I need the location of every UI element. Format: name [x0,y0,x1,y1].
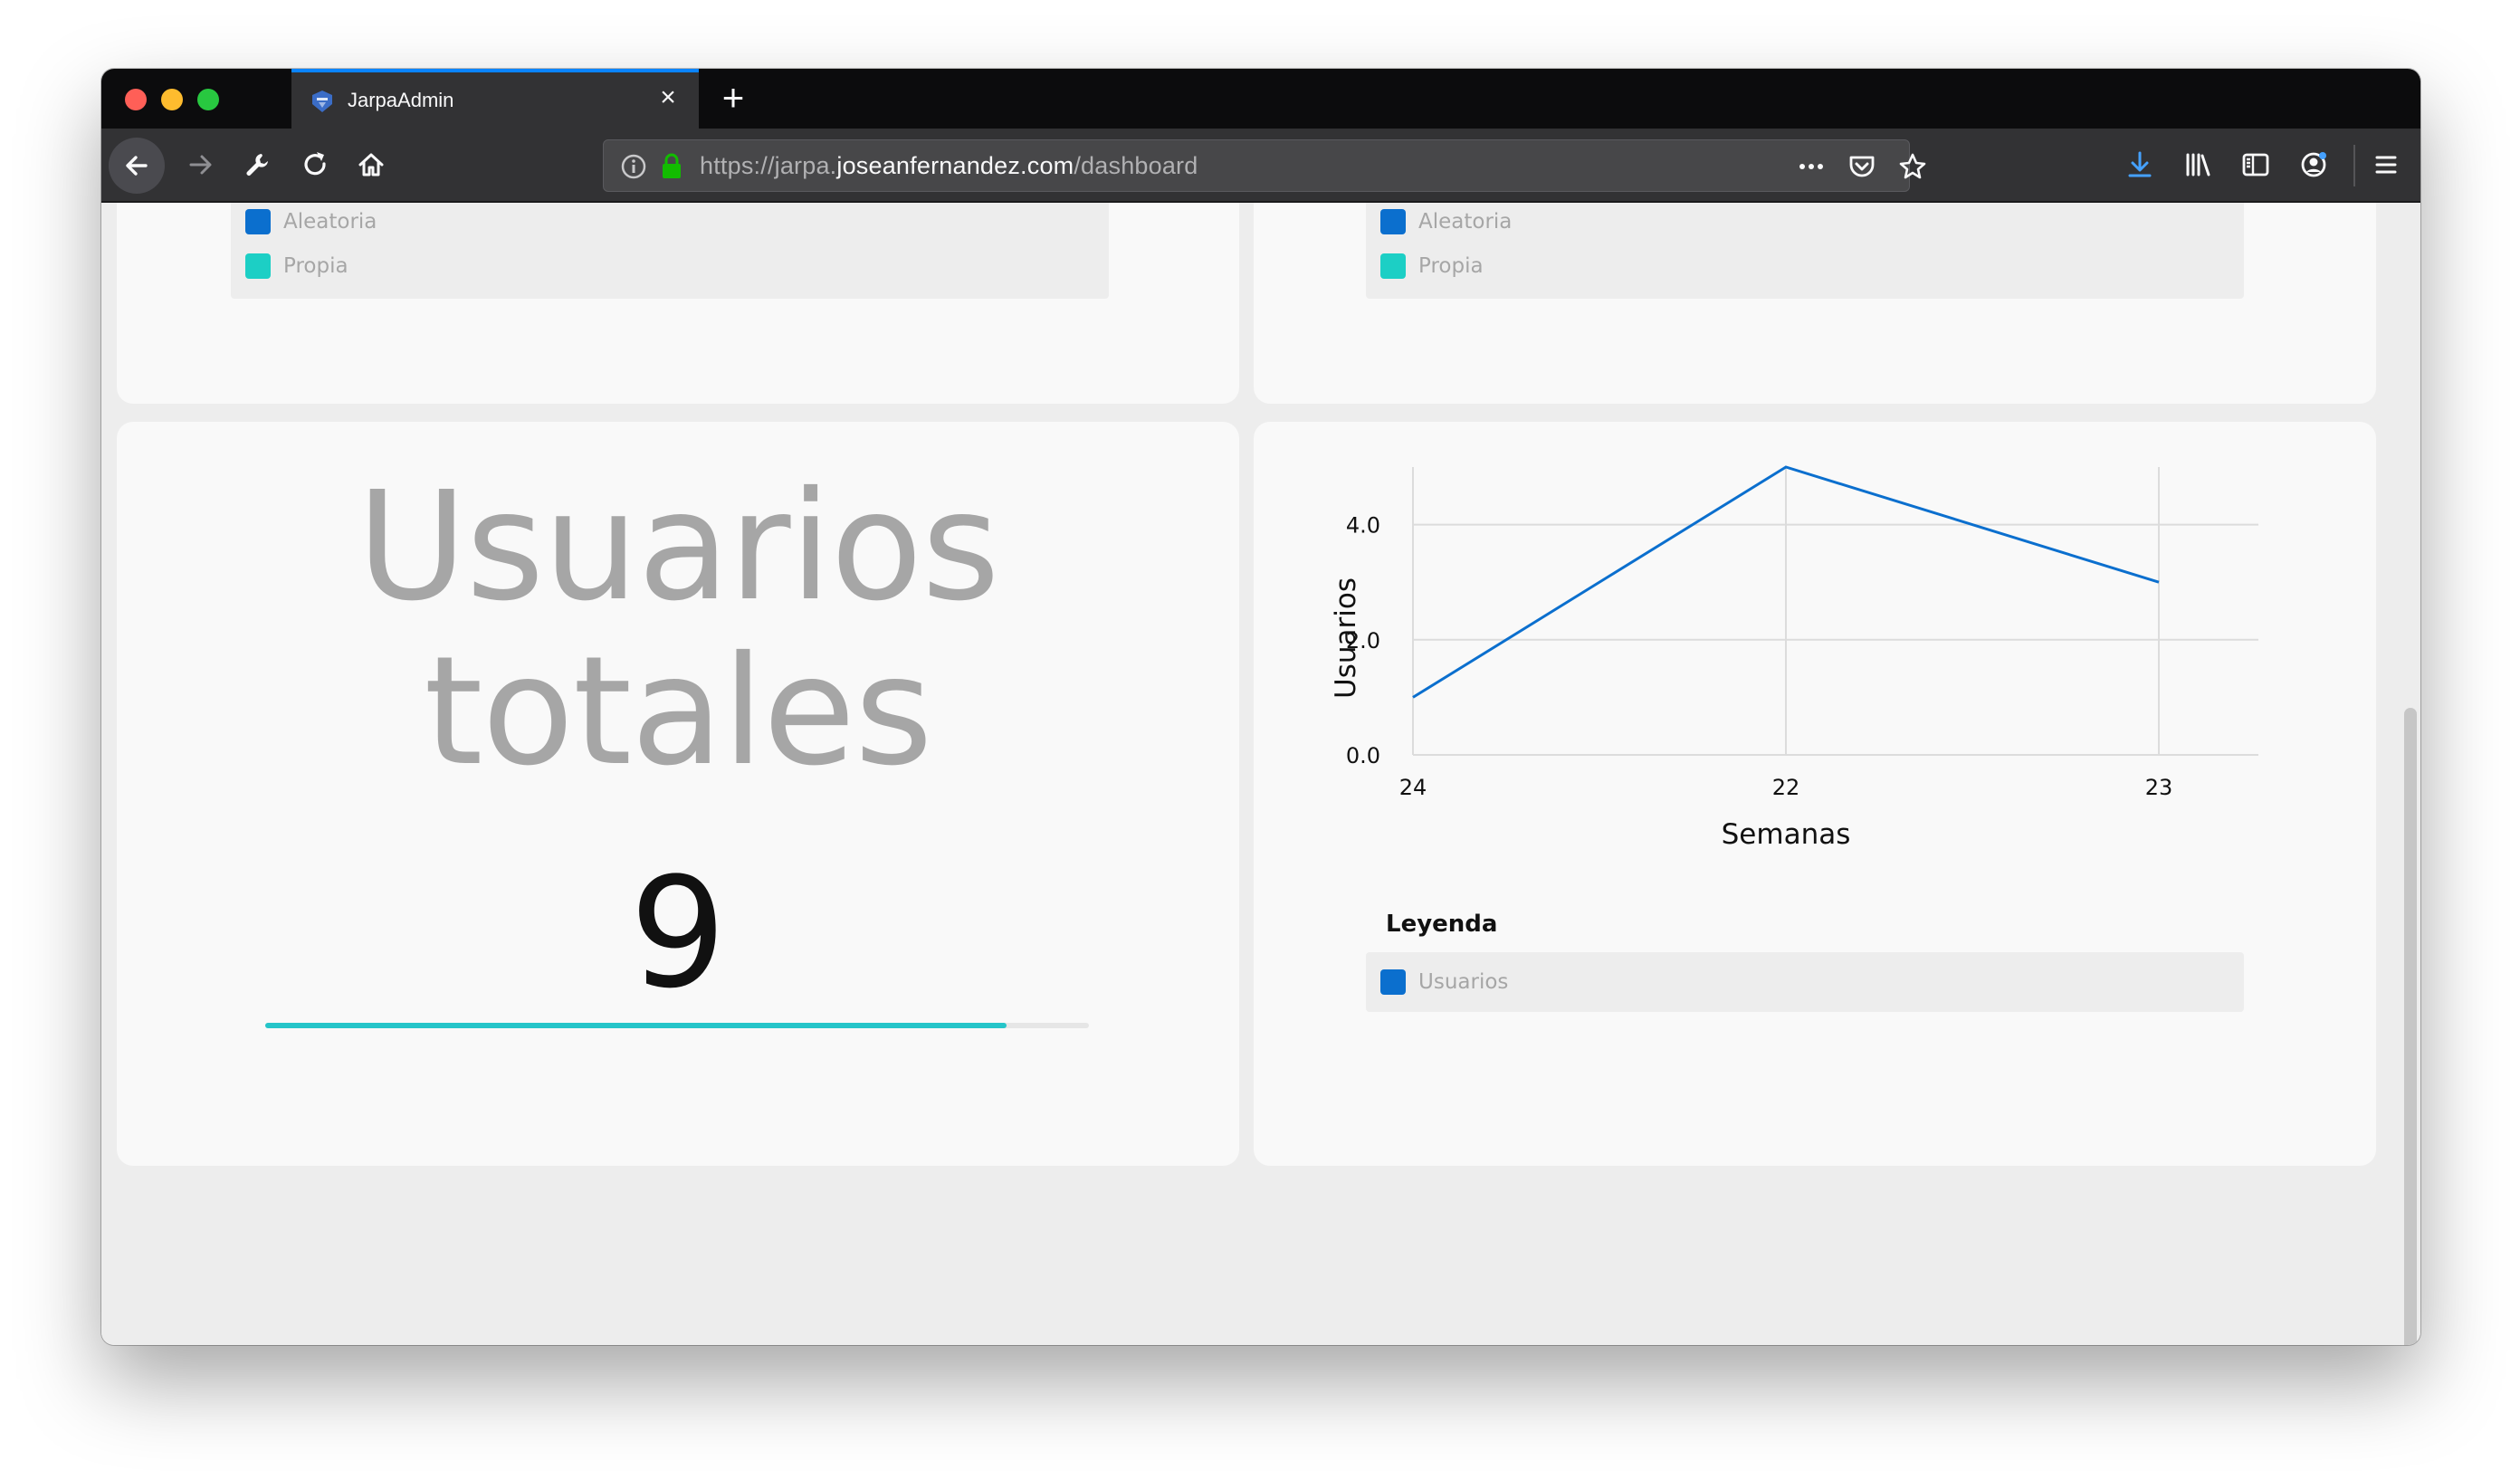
url-scheme: https://jarpa. [700,152,837,179]
card-total-users: Usuarios totales 9 [117,422,1239,1166]
card-top-left: Aleatoria Propia [117,203,1239,404]
navigation-bar: https://jarpa.joseanfernandez.com/dashbo… [101,129,2420,203]
new-tab-icon[interactable]: + [713,78,753,118]
info-icon[interactable] [620,153,647,180]
jarpa-favicon-icon [312,91,332,112]
tab-jarpaadmin[interactable]: JarpaAdmin × [291,69,699,129]
legend-item[interactable]: Aleatoria [1380,208,1512,235]
total-users-progress-track [265,1023,1089,1028]
reload-icon [304,152,326,176]
x-tick-label: 23 [2145,775,2173,800]
x-tick-label: 24 [1399,775,1427,800]
legend-label: Propia [1418,254,1484,278]
legend-item[interactable]: Propia [1380,253,1484,280]
total-users-title-line2: totales [424,625,932,799]
page-scrollbar[interactable] [2404,708,2417,1345]
legend-title: Leyenda [1386,911,1498,938]
legend-label: Usuarios [1418,970,1509,994]
dashboard-page: Aleatoria Propia Aleatoria Propia Usuari… [101,203,2420,1345]
legend-box: Aleatoria Propia [231,203,1109,299]
legend-swatch [1380,969,1406,995]
home-icon [358,153,384,177]
downloads-button[interactable] [2116,141,2163,188]
url-host: joseanfernandez.com [836,152,1074,179]
sidebar-icon [2242,153,2269,177]
legend-swatch [1380,253,1406,279]
card-top-right: Aleatoria Propia [1254,203,2376,404]
tab-title: JarpaAdmin [348,89,454,111]
legend-label: Propia [283,254,348,278]
bookmark-star-icon[interactable] [1898,152,1927,181]
url-path: /dashboard [1074,152,1198,179]
menu-button[interactable] [2362,141,2410,188]
browser-window: JarpaAdmin × + https://jarpa.joseanferna… [101,69,2420,1345]
arrow-right-icon [189,155,212,175]
y-tick-label: 4.0 [1346,513,1380,539]
library-icon [2186,153,2210,177]
home-button[interactable] [348,141,395,188]
chart-legend-box: Usuarios [1366,952,2244,1012]
sidebar-toggle-button[interactable] [2232,141,2279,188]
legend-box: Aleatoria Propia [1366,203,2244,299]
x-tick-label: 22 [1772,775,1800,800]
library-button[interactable] [2174,141,2221,188]
url-text[interactable]: https://jarpa.joseanfernandez.com/dashbo… [700,152,1198,180]
total-users-title-line1: Usuarios [357,460,999,635]
y-axis-label: Usuarios [1330,577,1362,699]
close-tab-icon[interactable]: × [655,84,681,111]
users-line-chart: 0.02.04.024 22 23SemanasUsuarios [1330,465,2258,851]
legend-swatch [245,209,271,234]
hamburger-menu-icon [2375,156,2397,174]
account-icon [2301,152,2326,177]
legend-label: Aleatoria [283,210,377,234]
wrench-icon [246,154,268,176]
arrow-left-icon [126,156,148,176]
back-button[interactable] [109,138,165,194]
legend-item[interactable]: Usuarios [1380,969,1508,996]
toolbar-separator [2353,145,2355,186]
x-axis-label: Semanas [1722,818,1851,851]
y-tick-label: 0.0 [1346,743,1380,768]
forward-button[interactable] [177,141,224,188]
page-actions-icon[interactable] [1797,152,1826,181]
minimize-window-button[interactable] [161,89,183,110]
total-users-progress-fill [265,1023,1007,1028]
legend-swatch [1380,209,1406,234]
reload-button[interactable] [291,141,339,188]
developer-tools-button[interactable] [234,141,281,188]
legend-item[interactable]: Propia [245,253,348,280]
legend-label: Aleatoria [1418,210,1513,234]
tab-bar: JarpaAdmin × + [101,69,2420,129]
legend-item[interactable]: Aleatoria [245,208,377,235]
pocket-icon[interactable] [1847,152,1876,181]
lock-icon[interactable] [658,151,685,180]
download-arrow-icon [2128,151,2152,177]
close-window-button[interactable] [125,89,147,110]
account-button[interactable] [2290,141,2337,188]
total-users-value: 9 [629,844,727,1022]
card-users-chart: 0.0 2.0 4.0 24 22 23 Semanas Usuarios Leyenda U… [1254,422,2376,1166]
address-bar[interactable]: https://jarpa.joseanfernandez.com/dashbo… [603,139,1926,192]
maximize-window-button[interactable] [197,89,219,110]
legend-swatch [245,253,271,279]
